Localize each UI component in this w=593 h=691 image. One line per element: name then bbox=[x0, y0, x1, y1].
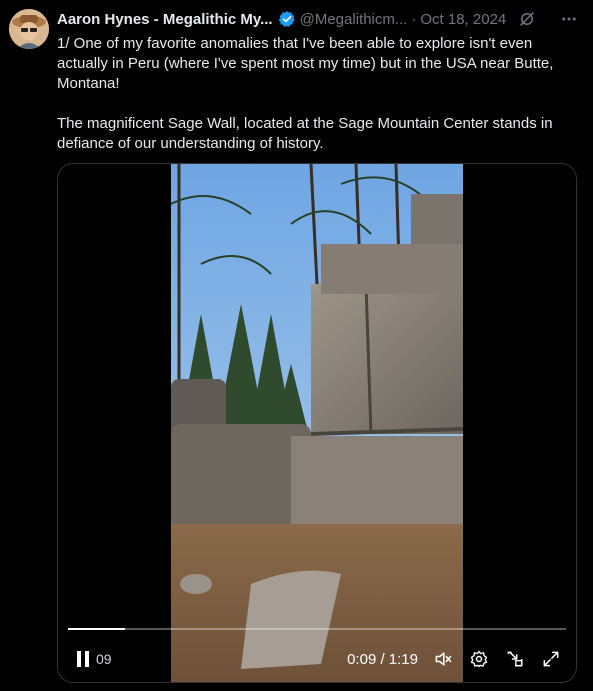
more-icon[interactable] bbox=[559, 9, 579, 29]
author-handle[interactable]: @Megalithicm... bbox=[300, 11, 408, 28]
avatar[interactable] bbox=[9, 9, 49, 49]
tweet-date[interactable]: Oct 18, 2024 bbox=[420, 11, 506, 28]
tweet-text-paragraph-1: 1/ One of my favorite anomalies that I'v… bbox=[57, 35, 554, 92]
tweet: Aaron Hynes - Megalithic My... @Megalith… bbox=[0, 0, 593, 691]
fullscreen-icon[interactable] bbox=[540, 648, 562, 670]
video-progress-bar[interactable] bbox=[68, 628, 566, 630]
tweet-header: Aaron Hynes - Megalithic My... @Megalith… bbox=[57, 9, 579, 29]
video-progress-fill bbox=[68, 628, 125, 630]
video-player[interactable]: 09 0:09 / 1:19 bbox=[57, 163, 577, 683]
video-frame bbox=[171, 164, 463, 682]
picture-in-picture-icon[interactable] bbox=[504, 648, 526, 670]
tweet-text-paragraph-2: The magnificent Sage Wall, located at th… bbox=[57, 115, 553, 152]
avatar-image bbox=[9, 9, 49, 49]
pause-icon[interactable] bbox=[72, 648, 94, 670]
grok-icon[interactable] bbox=[518, 10, 536, 28]
elapsed-overlay-text: 09 bbox=[96, 651, 112, 667]
video-controls: 09 0:09 / 1:19 bbox=[58, 644, 576, 674]
separator-dot: · bbox=[411, 10, 417, 28]
gear-icon[interactable] bbox=[468, 648, 490, 670]
verified-badge-icon bbox=[278, 10, 296, 28]
video-time: 0:09 / 1:19 bbox=[347, 650, 418, 668]
tweet-text: 1/ One of my favorite anomalies that I'v… bbox=[57, 34, 577, 174]
volume-muted-icon[interactable] bbox=[432, 648, 454, 670]
author-name[interactable]: Aaron Hynes - Megalithic My... bbox=[57, 11, 273, 28]
